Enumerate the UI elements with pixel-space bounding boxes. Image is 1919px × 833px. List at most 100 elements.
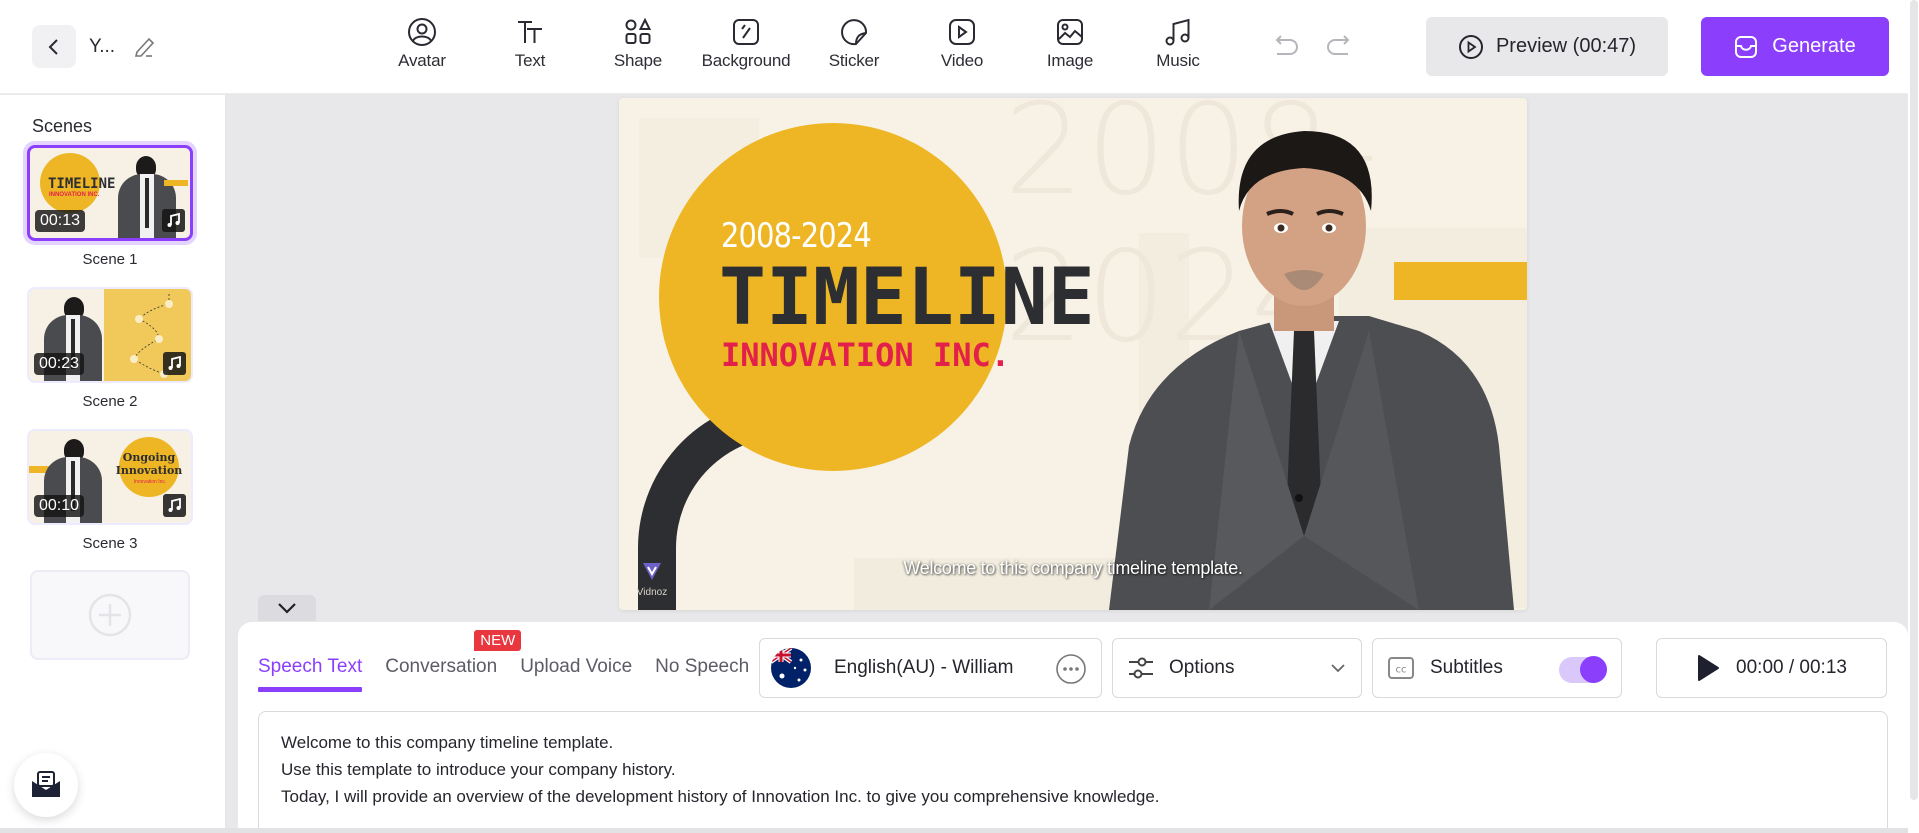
subtitles-control: cc Subtitles: [1372, 638, 1622, 698]
scene-thumbnail: Ongoing Innovation Innovation Inc. 00:10: [27, 429, 193, 525]
sliders-icon: [1129, 657, 1153, 679]
watermark-text: Vidnoz: [636, 587, 668, 598]
text-icon: [518, 21, 542, 43]
tool-sticker[interactable]: Sticker: [800, 16, 908, 71]
tool-video[interactable]: Video: [908, 16, 1016, 71]
company-text[interactable]: INNOVATION INC.: [721, 336, 1010, 374]
tab-label: Conversation: [385, 656, 498, 677]
edit-pencil-icon[interactable]: [132, 33, 158, 59]
tab-speech-text[interactable]: Speech Text: [258, 656, 363, 692]
undo-icon[interactable]: [1268, 30, 1302, 64]
music-note-icon: [163, 352, 186, 375]
preview-label: Preview (00:47): [1495, 35, 1637, 57]
video-editor: Y... Avatar Text Shape Background Sticke…: [0, 0, 1919, 833]
background-icon: [733, 19, 759, 45]
tool-label: Sticker: [828, 51, 880, 70]
scene-thumbnail: 00:23: [27, 287, 193, 383]
video-icon: [949, 19, 975, 45]
scene-item-1[interactable]: TIMELINE INNOVATION INC. 00:13 Scene 1: [27, 145, 193, 268]
play-audio-button[interactable]: 00:00 / 00:13: [1656, 638, 1887, 698]
thumb-subtitle: INNOVATION INC.: [49, 192, 100, 198]
thumb-subtitle: Innovation Inc.: [133, 479, 167, 485]
preview-button[interactable]: Preview (00:47): [1426, 17, 1668, 76]
chevron-down-icon: [278, 603, 296, 614]
speech-line: Use this template to introduce your comp…: [281, 760, 676, 779]
vidnoz-logo-icon: [643, 563, 661, 580]
generate-label: Generate: [1772, 35, 1856, 57]
options-dropdown[interactable]: Options: [1112, 638, 1362, 698]
add-scene-button[interactable]: [30, 570, 190, 660]
scene-item-2[interactable]: 00:23 Scene 2: [27, 287, 193, 410]
vertical-scrollbar[interactable]: [1908, 0, 1919, 833]
mail-inbox-icon: [32, 771, 60, 797]
speech-panel: Speech Text Conversation NEW Upload Voic…: [238, 622, 1908, 833]
top-bar: Y... Avatar Text Shape Background Sticke…: [0, 0, 1908, 94]
tool-avatar[interactable]: Avatar: [368, 16, 476, 71]
tool-text[interactable]: Text: [476, 16, 584, 71]
closed-captions-icon: cc: [1388, 657, 1414, 679]
speech-line: Today, I will provide an overview of the…: [281, 787, 1160, 806]
australia-flag-icon: [771, 648, 811, 688]
subtitles-label: Subtitles: [1430, 657, 1503, 678]
svg-text:cc: cc: [1396, 665, 1407, 676]
tool-shape[interactable]: Shape: [584, 16, 692, 71]
image-icon: [1057, 19, 1083, 45]
more-options-icon[interactable]: [1055, 653, 1087, 685]
subtitles-toggle[interactable]: [1559, 656, 1607, 683]
generate-icon: [1735, 35, 1758, 58]
video-canvas[interactable]: 2008-2024 2008-2024 TIMELINE INNOVATION …: [619, 98, 1527, 610]
tool-background[interactable]: Background: [692, 16, 800, 71]
tool-image[interactable]: Image: [1016, 16, 1124, 71]
tab-label: Speech Text: [258, 656, 363, 677]
music-icon: [1165, 18, 1190, 46]
tool-label: Music: [1156, 51, 1200, 70]
project-title[interactable]: Y...: [89, 36, 115, 58]
tab-label: Upload Voice: [520, 656, 633, 677]
collapse-panel-button[interactable]: [258, 595, 316, 621]
redo-icon[interactable]: [1323, 30, 1357, 64]
avatar-icon: [408, 18, 436, 46]
playback-time: 00:00 / 00:13: [1736, 657, 1847, 678]
chevron-down-icon: [1331, 664, 1345, 673]
generate-button[interactable]: Generate: [1701, 17, 1889, 76]
scenes-heading: Scenes: [32, 116, 93, 136]
speech-text-input[interactable]: Welcome to this company timeline templat…: [258, 711, 1888, 833]
tab-conversation[interactable]: Conversation NEW: [385, 630, 522, 692]
voice-selector[interactable]: English(AU) - William: [759, 638, 1102, 698]
tool-label: Avatar: [398, 51, 446, 70]
options-label: Options: [1169, 657, 1235, 678]
scene-label: Scene 2: [82, 393, 138, 410]
feedback-button[interactable]: [14, 753, 78, 817]
chevron-left-icon: [48, 38, 58, 55]
scene-duration: 00:10: [34, 495, 85, 517]
scene-duration: 00:13: [35, 210, 86, 232]
back-button[interactable]: [32, 25, 76, 68]
speech-tabs: Speech Text Conversation NEW Upload Voic…: [258, 630, 772, 692]
toolbar: Avatar Text Shape Background Sticker Vid…: [368, 16, 1232, 71]
scenes-sidebar: Scenes TIMELINE INNOVATION INC. 00:13 Sc…: [0, 95, 226, 833]
voice-name: English(AU) - William: [834, 657, 1014, 678]
scene-thumbnail: TIMELINE INNOVATION INC. 00:13: [27, 145, 193, 241]
tab-no-speech[interactable]: No Speech: [655, 656, 749, 692]
play-icon: [1698, 655, 1720, 681]
sticker-icon: [841, 19, 868, 46]
shape-icon: [625, 17, 652, 44]
speech-line: Welcome to this company timeline templat…: [281, 733, 614, 752]
play-circle-icon: [1458, 34, 1483, 59]
tool-label: Text: [514, 51, 546, 70]
music-note-icon: [162, 209, 185, 232]
tool-music[interactable]: Music: [1124, 16, 1232, 71]
tab-upload-voice[interactable]: Upload Voice: [520, 656, 632, 692]
avatar-presenter[interactable]: [1089, 116, 1519, 610]
title-text[interactable]: TIMELINE: [719, 253, 1095, 343]
years-text[interactable]: 2008-2024: [721, 216, 872, 256]
horizontal-scrollbar[interactable]: [0, 828, 1908, 833]
watermark: Vidnoz: [634, 560, 670, 598]
scene-label: Scene 1: [82, 251, 138, 268]
tool-label: Shape: [613, 51, 663, 70]
scene-item-3[interactable]: Ongoing Innovation Innovation Inc. 00:10…: [27, 429, 193, 552]
new-badge: NEW: [474, 630, 522, 651]
music-note-icon: [163, 494, 186, 517]
plus-circle-icon: [88, 593, 132, 637]
thumb-title: TIMELINE: [48, 176, 116, 192]
